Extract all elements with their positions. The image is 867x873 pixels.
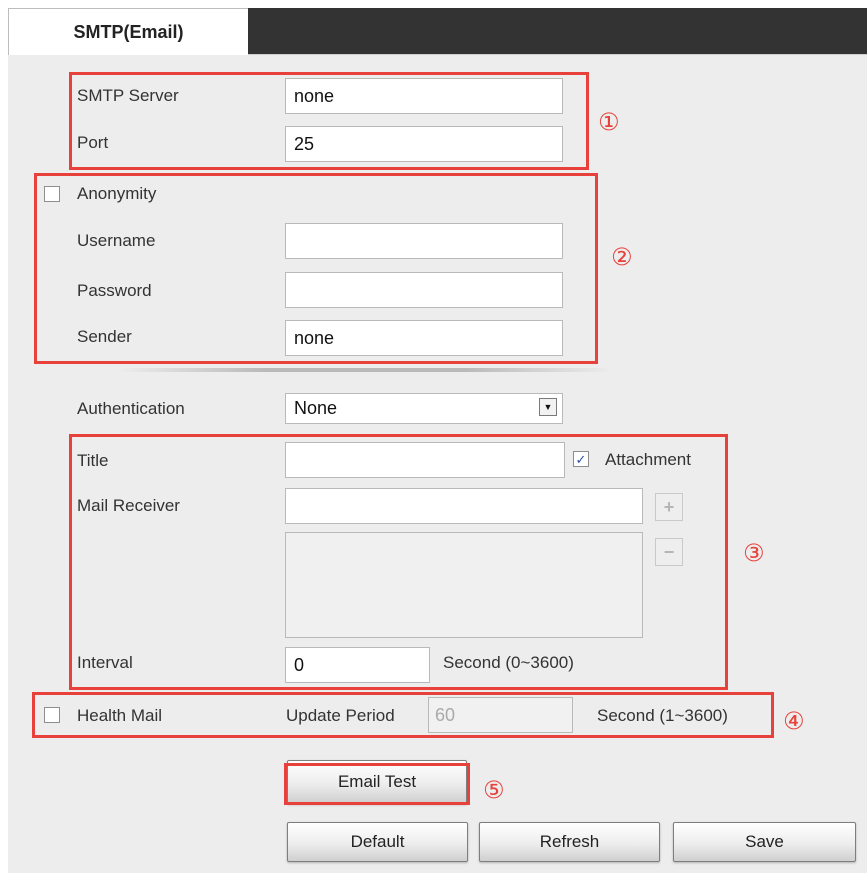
annotation-number-5: ⑤ xyxy=(483,776,505,804)
tab-smtp-email[interactable]: SMTP(Email) xyxy=(8,8,248,55)
mail-receiver-list[interactable] xyxy=(285,532,643,638)
title-label: Title xyxy=(77,451,109,470)
annotation-number-3: ③ xyxy=(743,539,765,567)
email-test-button[interactable]: Email Test xyxy=(287,760,467,804)
annotation-number-2: ② xyxy=(611,243,633,271)
annotation-number-4: ④ xyxy=(783,707,805,735)
attachment-label: Attachment xyxy=(605,450,691,469)
port-input[interactable]: 25 xyxy=(285,126,563,162)
port-label: Port xyxy=(77,133,109,152)
section-divider xyxy=(118,368,612,372)
authentication-selected-value: None xyxy=(294,398,338,418)
annotation-number-1: ① xyxy=(598,108,620,136)
authentication-label: Authentication xyxy=(77,399,185,418)
add-receiver-button[interactable]: + xyxy=(655,493,683,521)
chevron-down-icon[interactable]: ▼ xyxy=(539,398,557,416)
health-mail-unit: Second (1~3600) xyxy=(597,706,728,725)
smtp-server-label: SMTP Server xyxy=(77,86,179,105)
plus-icon: + xyxy=(663,496,675,517)
mail-receiver-label: Mail Receiver xyxy=(77,496,180,515)
anonymity-label: Anonymity xyxy=(77,184,157,203)
update-period-label: Update Period xyxy=(286,706,395,725)
sender-input[interactable]: none xyxy=(285,320,563,356)
password-input[interactable] xyxy=(285,272,563,308)
default-button[interactable]: Default xyxy=(287,822,468,862)
anonymity-checkbox[interactable] xyxy=(44,186,60,202)
check-icon: ✓ xyxy=(575,451,587,467)
authentication-select[interactable]: None xyxy=(285,393,563,424)
save-button[interactable]: Save xyxy=(673,822,856,862)
smtp-server-input[interactable]: none xyxy=(285,78,563,114)
username-label: Username xyxy=(77,231,156,250)
attachment-checkbox[interactable]: ✓ xyxy=(573,451,589,467)
interval-input[interactable]: 0 xyxy=(285,647,430,683)
health-mail-checkbox[interactable] xyxy=(44,707,60,723)
health-mail-label: Health Mail xyxy=(77,706,163,725)
mail-receiver-input[interactable] xyxy=(285,488,643,524)
interval-label: Interval xyxy=(77,653,133,672)
title-input[interactable] xyxy=(285,442,565,478)
remove-receiver-button[interactable]: − xyxy=(655,538,683,566)
interval-unit: Second (0~3600) xyxy=(443,653,574,672)
minus-icon: − xyxy=(663,541,675,562)
username-input[interactable] xyxy=(285,223,563,259)
refresh-button[interactable]: Refresh xyxy=(479,822,660,862)
tab-divider xyxy=(248,54,867,55)
password-label: Password xyxy=(77,281,152,300)
update-period-input[interactable]: 60 xyxy=(428,697,573,733)
header-bar xyxy=(248,8,867,54)
sender-label: Sender xyxy=(77,327,132,346)
